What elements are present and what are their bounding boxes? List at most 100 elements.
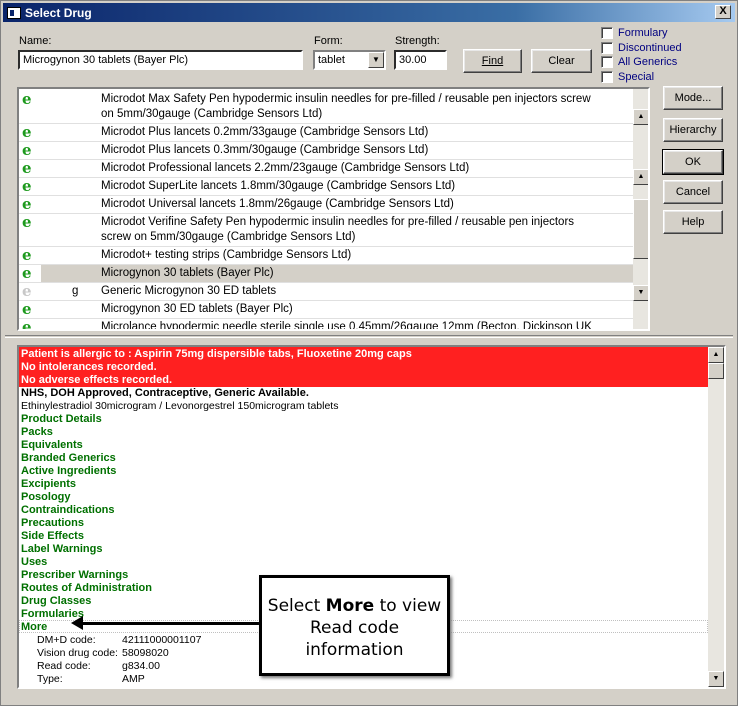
- drug-name: Microgynon 30 ED tablets (Bayer Plc): [101, 303, 293, 315]
- dropdown-arrow-icon[interactable]: ▼: [368, 52, 384, 68]
- formulary-label: Formulary: [618, 27, 668, 39]
- cancel-button[interactable]: Cancel: [663, 180, 723, 204]
- adverse-effects-alert: No adverse effects recorded.: [21, 374, 173, 386]
- selected-row-icon-cell: e: [19, 265, 39, 282]
- scroll-down-icon[interactable]: ▼: [708, 671, 724, 687]
- hierarchy-button[interactable]: Hierarchy: [663, 118, 723, 142]
- emis-e-icon: e: [22, 264, 32, 282]
- prescriber-warnings-link[interactable]: Prescriber Warnings: [21, 569, 128, 582]
- drug-name: Microgynon 30 tablets (Bayer Plc): [101, 267, 274, 279]
- clear-button[interactable]: Clear: [531, 49, 592, 73]
- list-item[interactable]: e Microdot Universal lancets 1.8mm/26gau…: [19, 196, 633, 213]
- drug-list[interactable]: e Microdot Max Safety Pen hypodermic ins…: [17, 87, 650, 331]
- select-drug-dialog: Select Drug X Name: Microgynon 30 tablet…: [0, 0, 738, 706]
- all-generics-checkbox[interactable]: All Generics: [601, 56, 677, 68]
- branded-generics-link[interactable]: Branded Generics: [21, 452, 116, 465]
- scroll-thumb[interactable]: [633, 199, 648, 259]
- side-effects-link[interactable]: Side Effects: [21, 530, 84, 543]
- checkbox-box[interactable]: [601, 56, 613, 68]
- title-bar: Select Drug X: [3, 3, 735, 22]
- label-warnings-link[interactable]: Label Warnings: [21, 543, 103, 556]
- info-scrollbar[interactable]: ▲ ▼: [708, 347, 724, 687]
- window-title: Select Drug: [25, 5, 92, 20]
- dmd-code-value: 42111000001107: [122, 634, 202, 646]
- discontinued-checkbox[interactable]: Discontinued: [601, 42, 682, 54]
- routes-of-administration-link[interactable]: Routes of Administration: [21, 582, 152, 595]
- name-label: Name:: [19, 35, 52, 47]
- list-item[interactable]: e Microdot Plus lancets 0.2mm/33gauge (C…: [19, 124, 633, 141]
- close-button[interactable]: X: [715, 5, 731, 19]
- mode-button[interactable]: Mode...: [663, 86, 723, 110]
- allergy-alert: Patient is allergic to : Aspirin 75mg di…: [21, 348, 412, 360]
- callout-arrow-line: [78, 622, 260, 625]
- scroll-top-icon[interactable]: ▲: [633, 109, 648, 125]
- form-select[interactable]: tablet ▼: [313, 50, 386, 70]
- special-checkbox[interactable]: Special: [601, 71, 654, 83]
- drug-ingredients: Ethinylestradiol 30microgram / Levonorge…: [21, 400, 339, 412]
- emis-e-icon: e: [22, 177, 32, 195]
- read-code-label: Read code:: [37, 660, 91, 672]
- list-item[interactable]: e Microdot Plus lancets 0.3mm/30gauge (C…: [19, 142, 633, 159]
- posology-link[interactable]: Posology: [21, 491, 71, 504]
- help-button[interactable]: Help: [663, 210, 723, 234]
- precautions-link[interactable]: Precautions: [21, 517, 84, 530]
- emis-e-icon: e: [22, 90, 32, 108]
- drug-classes-link[interactable]: Drug Classes: [21, 595, 91, 608]
- list-item[interactable]: e Microgynon 30 ED tablets (Bayer Plc): [19, 301, 633, 318]
- list-item[interactable]: e Microdot+ testing strips (Cambridge Se…: [19, 247, 633, 264]
- name-input[interactable]: Microgynon 30 tablets (Bayer Plc): [18, 50, 303, 70]
- scroll-up-icon[interactable]: ▲: [633, 169, 648, 185]
- type-value: AMP: [122, 673, 145, 685]
- pane-splitter[interactable]: [5, 335, 733, 338]
- form-select-value: tablet: [318, 54, 345, 66]
- active-ingredients-link[interactable]: Active Ingredients: [21, 465, 116, 478]
- drug-name-line: on 5mm/30gauge (Cambridge Sensors Ltd): [101, 108, 323, 120]
- equivalents-link[interactable]: Equivalents: [21, 439, 83, 452]
- packs-link[interactable]: Packs: [21, 426, 53, 439]
- form-label: Form:: [314, 35, 343, 47]
- strength-label: Strength:: [395, 35, 440, 47]
- special-label: Special: [618, 71, 655, 83]
- drug-name: Microdot Verifine Safety Pen hypodermic …: [101, 215, 631, 245]
- emis-e-icon: e: [22, 213, 32, 231]
- list-item[interactable]: e Microlance hypodermic needle sterile s…: [19, 319, 633, 331]
- list-item[interactable]: e g Generic Microgynon 30 ED tablets: [19, 283, 633, 300]
- list-item[interactable]: e Microdot Verifine Safety Pen hypodermi…: [19, 214, 633, 246]
- find-button[interactable]: Find: [463, 49, 522, 73]
- drug-name: Microlance hypodermic needle sterile sin…: [101, 321, 592, 331]
- drug-list-scrollbar[interactable]: ▲ ▲ ▼: [633, 89, 648, 329]
- formulary-checkbox[interactable]: Formulary: [601, 27, 668, 39]
- list-item[interactable]: e Microdot SuperLite lancets 1.8mm/30gau…: [19, 178, 633, 195]
- excipients-link[interactable]: Excipients: [21, 478, 76, 491]
- callout-text-bold: More: [325, 596, 375, 616]
- list-item[interactable]: e Microdot Max Safety Pen hypodermic ins…: [19, 91, 633, 123]
- more-link[interactable]: More: [21, 621, 47, 634]
- list-item[interactable]: e Microdot Professional lancets 2.2mm/23…: [19, 160, 633, 177]
- checkbox-box[interactable]: [601, 42, 613, 54]
- scroll-up-icon[interactable]: ▲: [708, 347, 724, 363]
- product-details-link[interactable]: Product Details: [21, 413, 102, 426]
- type-label: Type:: [37, 673, 63, 685]
- list-item-selected[interactable]: Microgynon 30 tablets (Bayer Plc): [41, 265, 633, 282]
- callout-arrow-head-icon: [71, 616, 83, 630]
- contraindications-link[interactable]: Contraindications: [21, 504, 115, 517]
- emis-e-icon: e: [22, 300, 32, 318]
- drug-name: Microdot Plus lancets 0.3mm/30gauge (Cam…: [101, 144, 429, 156]
- discontinued-label: Discontinued: [618, 42, 682, 54]
- ok-button[interactable]: OK: [662, 149, 724, 175]
- checkbox-box[interactable]: [601, 27, 613, 39]
- checkbox-box[interactable]: [601, 71, 613, 83]
- window-icon: [7, 6, 21, 19]
- strength-input[interactable]: 30.00: [394, 50, 447, 70]
- scroll-down-icon[interactable]: ▼: [633, 285, 648, 301]
- emis-e-icon: e: [22, 246, 32, 264]
- emis-e-icon: e: [22, 141, 32, 159]
- clear-button-label: Clear: [548, 55, 575, 67]
- uses-link[interactable]: Uses: [21, 556, 47, 569]
- scroll-thumb[interactable]: [708, 363, 724, 379]
- intolerance-alert: No intolerances recorded.: [21, 361, 157, 373]
- generic-marker: g: [72, 285, 79, 297]
- drug-name: Microdot SuperLite lancets 1.8mm/30gauge…: [101, 180, 456, 192]
- drug-name: Microdot Professional lancets 2.2mm/23ga…: [101, 162, 470, 174]
- vision-code-value: 58098020: [122, 647, 169, 659]
